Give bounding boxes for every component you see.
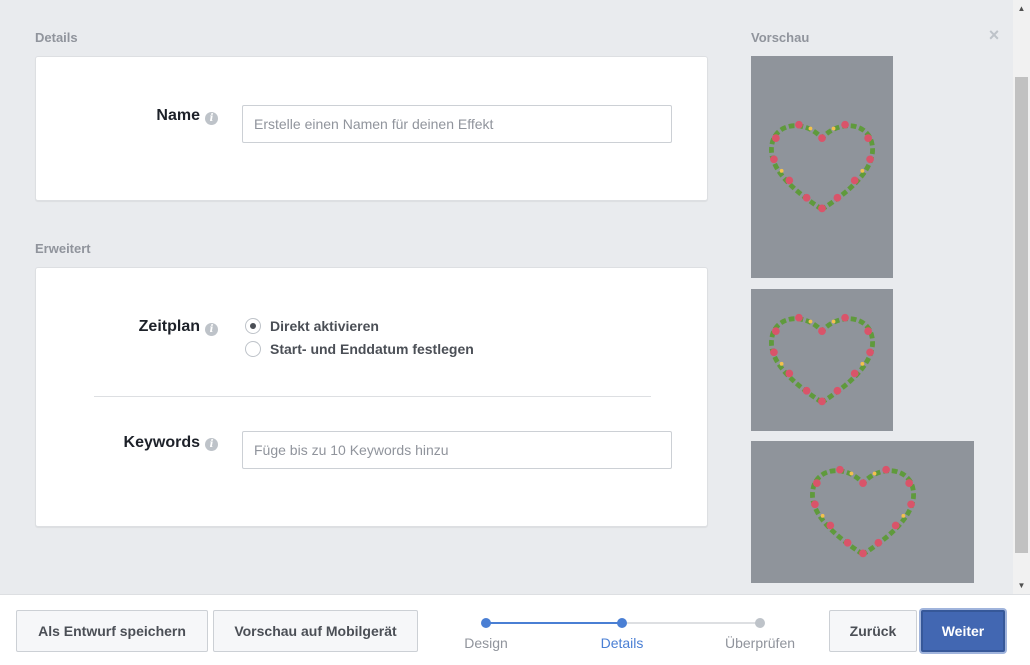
step-label-details[interactable]: Details	[572, 635, 672, 651]
step-dot-review[interactable]	[755, 618, 765, 628]
scroll-up-arrow-icon[interactable]: ▲	[1013, 0, 1030, 17]
details-card: Name i	[35, 56, 708, 201]
divider	[94, 396, 651, 397]
close-icon[interactable]: ×	[985, 26, 1003, 44]
step-label-design[interactable]: Design	[436, 635, 536, 651]
preview-mobile-button[interactable]: Vorschau auf Mobilgerät	[213, 610, 418, 652]
vertical-scrollbar[interactable]: ▲ ▼	[1013, 0, 1030, 594]
preview-landscape	[751, 441, 974, 583]
radio-set-dates[interactable]: Start- und Enddatum festlegen	[245, 341, 474, 357]
footer-bar: Als Entwurf speichern Vorschau auf Mobil…	[0, 594, 1030, 665]
radio-button[interactable]	[245, 341, 261, 357]
info-icon[interactable]: i	[205, 112, 218, 125]
name-label: Name	[156, 107, 200, 124]
scroll-down-arrow-icon[interactable]: ▼	[1013, 577, 1030, 594]
stepper-line-done	[486, 622, 622, 624]
advanced-card: Zeitplan i Direkt aktivieren Start- und …	[35, 267, 708, 527]
schedule-label: Zeitplan	[138, 318, 200, 335]
radio-label: Start- und Enddatum festlegen	[270, 341, 474, 357]
step-label-review[interactable]: Überprüfen	[710, 635, 810, 651]
radio-button-checked[interactable]	[245, 318, 261, 334]
save-draft-button[interactable]: Als Entwurf speichern	[16, 610, 208, 652]
step-dot-design[interactable]	[481, 618, 491, 628]
preview-section-label: Vorschau	[751, 30, 810, 45]
keywords-label: Keywords	[123, 434, 200, 451]
preview-square	[751, 289, 893, 431]
stepper-line-upcoming	[622, 622, 760, 624]
back-button[interactable]: Zurück	[829, 610, 917, 652]
next-button[interactable]: Weiter	[921, 610, 1005, 652]
info-icon[interactable]: i	[205, 323, 218, 336]
scrollbar-thumb[interactable]	[1015, 77, 1028, 553]
heart-wreath-image	[769, 313, 875, 406]
info-icon[interactable]: i	[205, 438, 218, 451]
name-input[interactable]	[242, 105, 672, 143]
step-dot-details[interactable]	[617, 618, 627, 628]
heart-wreath-image	[809, 465, 916, 558]
details-section-label: Details	[35, 30, 78, 45]
advanced-section-label: Erweitert	[35, 241, 91, 256]
effect-details-panel: Details Name i Erweitert Zeitplan i Dire…	[0, 0, 1013, 594]
heart-wreath-image	[769, 120, 875, 213]
radio-label: Direkt aktivieren	[270, 318, 379, 334]
preview-portrait	[751, 56, 893, 278]
radio-activate-now[interactable]: Direkt aktivieren	[245, 318, 379, 334]
keywords-input[interactable]	[242, 431, 672, 469]
